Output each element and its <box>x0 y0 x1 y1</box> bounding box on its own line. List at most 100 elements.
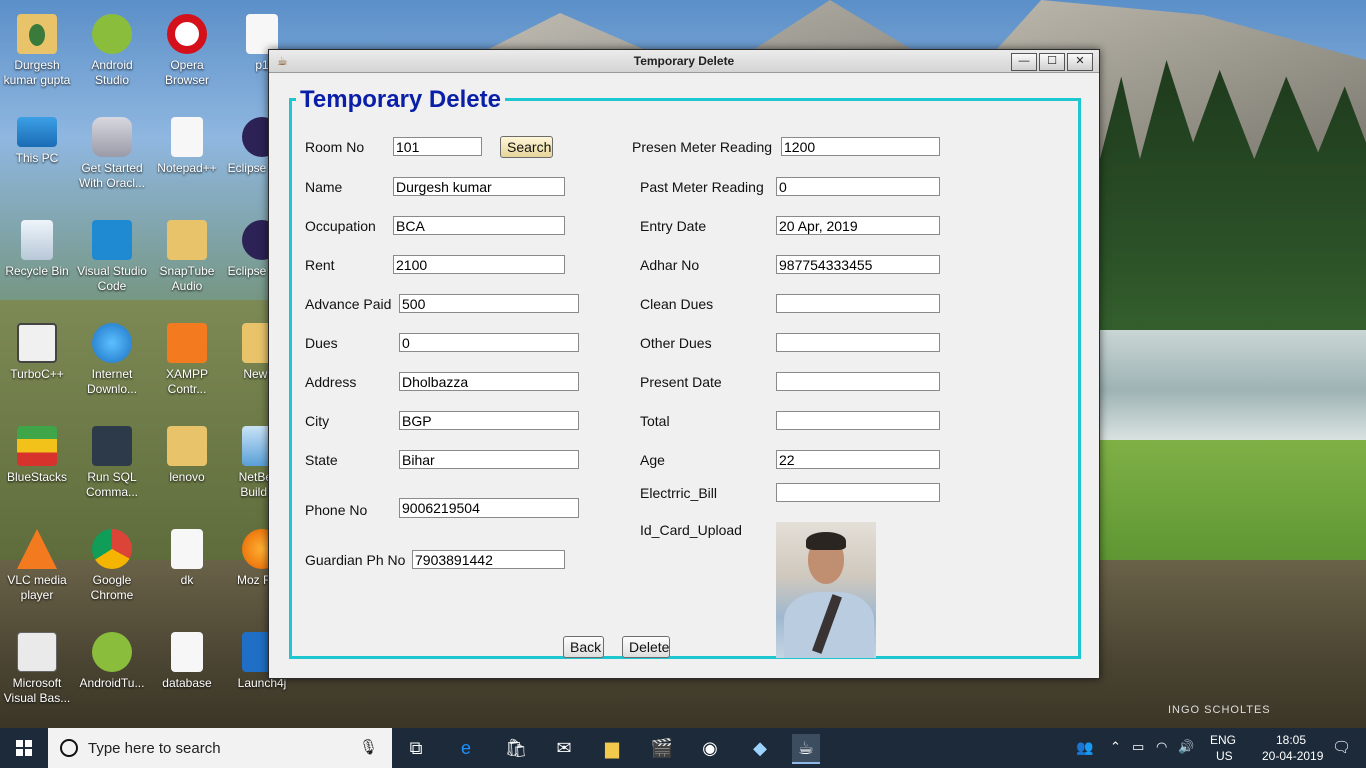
file-icon <box>246 14 278 54</box>
desktop-icon-durgesh[interactable]: Durgesh kumar gupta <box>0 10 74 88</box>
show-hidden-icons-chevron[interactable]: ⌃ <box>1110 739 1121 755</box>
phone-no-label: Phone No <box>305 502 368 518</box>
other-dues-label: Other Dues <box>640 335 712 351</box>
minimize-button[interactable]: — <box>1011 53 1037 71</box>
desktop-icon-vscode[interactable]: Visual Studio Code <box>75 216 149 294</box>
id-card-photo[interactable] <box>776 522 876 658</box>
clock-date[interactable]: 20-04-2019 <box>1262 749 1323 763</box>
past-meter-reading-input[interactable] <box>776 177 940 196</box>
past-meter-reading-label: Past Meter Reading <box>640 179 764 195</box>
task-view-icon[interactable]: ⧉ <box>402 734 430 762</box>
room-no-input[interactable] <box>393 137 482 156</box>
desktop-icon-snaptube[interactable]: SnapTube Audio <box>150 216 224 294</box>
people-icon[interactable]: 👥 <box>1076 739 1093 756</box>
desktop-icon-chrome[interactable]: Google Chrome <box>75 525 149 603</box>
mail-icon[interactable]: ✉ <box>550 734 578 762</box>
advance-paid-input[interactable] <box>399 294 579 313</box>
taskbar: Type here to search 🎙 ⧉ e 🛍 ✉ ▆ 🎬 ◉ ◆ ☕ … <box>0 728 1366 768</box>
total-label: Total <box>640 413 670 429</box>
desktop-icon-turboc[interactable]: TurboC++ <box>0 319 74 382</box>
desktop-icon-androidtu[interactable]: AndroidTu... <box>75 628 149 691</box>
electric-bill-input[interactable] <box>776 483 940 502</box>
sql-icon <box>92 426 132 466</box>
age-input[interactable] <box>776 450 940 469</box>
movies-icon[interactable]: 🎬 <box>648 734 676 762</box>
city-input[interactable] <box>399 411 579 430</box>
microphone-icon[interactable]: 🎙 <box>359 738 378 756</box>
occupation-input[interactable] <box>393 216 565 235</box>
desktop-icon-this-pc[interactable]: This PC <box>0 113 74 166</box>
wifi-icon[interactable]: ◠ <box>1156 739 1167 755</box>
xampp-icon <box>167 323 207 363</box>
delete-button[interactable]: Delete <box>622 636 670 658</box>
language-indicator[interactable]: ENG <box>1210 733 1236 747</box>
opera-icon <box>167 14 207 54</box>
present-date-input[interactable] <box>776 372 940 391</box>
guardian-ph-no-label: Guardian Ph No <box>305 552 406 568</box>
file-explorer-icon[interactable]: ▆ <box>598 734 626 762</box>
clean-dues-input[interactable] <box>776 294 940 313</box>
chrome-icon <box>92 529 132 569</box>
search-placeholder: Type here to search <box>88 740 221 757</box>
guardian-ph-no-input[interactable] <box>412 550 565 569</box>
name-input[interactable] <box>393 177 565 196</box>
other-dues-input[interactable] <box>776 333 940 352</box>
state-input[interactable] <box>399 450 579 469</box>
vlc-icon <box>17 529 57 569</box>
chrome-taskbar-icon[interactable]: ◉ <box>696 734 724 762</box>
panel-heading: Temporary Delete <box>296 86 505 114</box>
desktop-icon-vlc[interactable]: VLC media player <box>0 525 74 603</box>
store-icon[interactable]: 🛍 <box>502 734 530 762</box>
present-meter-reading-label: Presen Meter Reading <box>632 139 773 155</box>
city-label: City <box>305 413 330 429</box>
desktop-icon-recycle-bin[interactable]: Recycle Bin <box>0 216 74 279</box>
desktop-icon-run-sql[interactable]: Run SQL Comma... <box>75 422 149 500</box>
window-title: Temporary Delete <box>633 54 735 68</box>
desktop-icon-notepadpp[interactable]: Notepad++ <box>150 113 224 176</box>
entry-date-input[interactable] <box>776 216 940 235</box>
name-label: Name <box>305 179 343 195</box>
desktop-icon-android-studio[interactable]: Android Studio <box>75 10 149 88</box>
search-button[interactable]: Search <box>500 136 553 158</box>
volume-icon[interactable]: 🔊 <box>1178 739 1194 755</box>
total-input[interactable] <box>776 411 940 430</box>
clock-time[interactable]: 18:05 <box>1276 733 1306 747</box>
android-studio-icon <box>92 14 132 54</box>
phone-no-input[interactable] <box>399 498 579 518</box>
electric-bill-label: Electrric_Bill <box>640 485 718 501</box>
wallpaper-watermark: INGO SCHOLTES <box>1168 704 1271 716</box>
desktop-icon-opera[interactable]: Opera Browser <box>150 10 224 88</box>
window-titlebar[interactable]: ☕ Temporary Delete — ☐ ✕ <box>269 50 1099 73</box>
battery-icon[interactable]: ▭ <box>1132 739 1144 755</box>
notifications-icon[interactable]: 🗨 <box>1332 738 1351 756</box>
edge-icon[interactable]: e <box>452 734 480 762</box>
address-label: Address <box>305 374 357 390</box>
start-button[interactable] <box>0 728 48 768</box>
adhar-no-input[interactable] <box>776 255 940 274</box>
close-button[interactable]: ✕ <box>1067 53 1093 71</box>
rent-input[interactable] <box>393 255 565 274</box>
desktop-icon-idm[interactable]: Internet Downlo... <box>75 319 149 397</box>
folder-icon <box>167 220 207 260</box>
windows-logo-icon <box>16 740 32 756</box>
present-meter-reading-input[interactable] <box>781 137 940 156</box>
back-button[interactable]: Back <box>563 636 604 658</box>
taskbar-search-box[interactable]: Type here to search 🎙 <box>48 728 392 768</box>
desktop-icon-oracle[interactable]: Get Started With Oracl... <box>75 113 149 191</box>
desktop-icon-visual-basic[interactable]: Microsoft Visual Bas... <box>0 628 74 706</box>
desktop-icon-xampp[interactable]: XAMPP Contr... <box>150 319 224 397</box>
desktop-icon-dk[interactable]: dk <box>150 525 224 588</box>
desktop-icon-database[interactable]: database <box>150 628 224 691</box>
oracle-database-icon <box>92 117 132 157</box>
wallpaper-river <box>1095 330 1366 450</box>
region-indicator[interactable]: US <box>1216 749 1233 763</box>
rent-label: Rent <box>305 257 335 273</box>
clean-dues-label: Clean Dues <box>640 296 714 312</box>
desktop-icon-lenovo[interactable]: lenovo <box>150 422 224 485</box>
java-taskbar-icon[interactable]: ☕ <box>792 734 820 764</box>
netbeans-taskbar-icon[interactable]: ◆ <box>746 734 774 762</box>
address-input[interactable] <box>399 372 579 391</box>
dues-input[interactable] <box>399 333 579 352</box>
maximize-button[interactable]: ☐ <box>1039 53 1065 71</box>
desktop-icon-bluestacks[interactable]: BlueStacks <box>0 422 74 485</box>
